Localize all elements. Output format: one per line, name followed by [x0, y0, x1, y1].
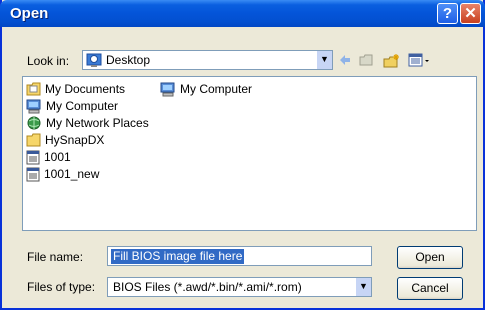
new-folder-icon[interactable] [383, 53, 401, 69]
back-icon[interactable] [338, 53, 352, 67]
file-name-value: Fill BIOS image file here [111, 249, 245, 264]
dialog-title: Open [10, 5, 49, 22]
file-type-value: BIOS Files (*.awd/*.bin/*.ami/*.rom) [113, 280, 302, 294]
file-name-field[interactable]: Fill BIOS image file here [107, 246, 372, 266]
file-type-chevron-icon[interactable]: ▼ [355, 278, 371, 296]
title-bar[interactable]: Open ? ✕ [0, 0, 485, 27]
up-folder-icon[interactable] [359, 53, 373, 67]
file-icon [26, 150, 40, 164]
list-item[interactable]: My Computer [26, 98, 118, 114]
cancel-button[interactable]: Cancel [397, 277, 463, 300]
file-type-label: Files of type: [27, 280, 96, 294]
file-list[interactable]: My Documents My Computer My Computer My … [22, 76, 477, 231]
file-type-dropdown[interactable]: BIOS Files (*.awd/*.bin/*.ami/*.rom) ▼ [107, 277, 372, 297]
list-item[interactable]: My Network Places [26, 115, 149, 131]
look-in-label: Look in: [27, 54, 70, 68]
help-button[interactable]: ? [437, 3, 458, 24]
open-button[interactable]: Open [397, 246, 463, 269]
network-icon [27, 116, 41, 129]
file-icon [26, 167, 40, 181]
look-in-value: Desktop [106, 53, 151, 67]
folder-icon [26, 133, 41, 147]
list-item[interactable]: 1001 [26, 149, 71, 165]
desktop-icon [86, 53, 102, 67]
list-item[interactable]: HySnapDX [26, 132, 104, 148]
list-item[interactable]: My Documents [26, 81, 125, 97]
look-in-chevron-icon[interactable]: ▼ [316, 51, 332, 69]
computer-icon [160, 82, 175, 96]
close-button[interactable]: ✕ [460, 3, 481, 24]
views-menu-icon[interactable] [408, 53, 432, 68]
look-in-dropdown[interactable]: Desktop ▼ [82, 50, 333, 70]
folder-docs-icon [26, 82, 41, 96]
list-item[interactable]: 1001_new [26, 166, 99, 182]
list-item[interactable]: My Computer [160, 81, 252, 97]
open-dialog: Open ? ✕ Look in: Desktop ▼ My Documents… [0, 0, 485, 310]
file-name-label: File name: [27, 250, 84, 264]
computer-icon [26, 99, 41, 113]
